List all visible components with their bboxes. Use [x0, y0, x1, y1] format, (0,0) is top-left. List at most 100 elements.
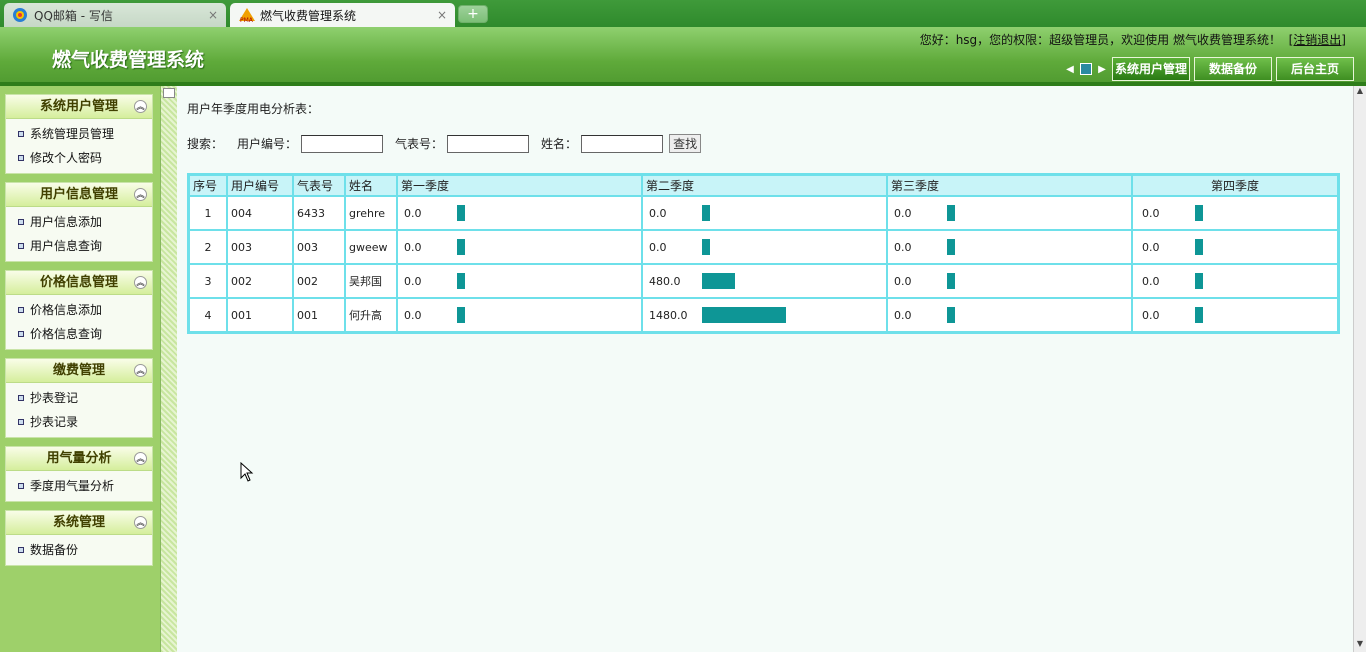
sidebar-group-items: 抄表登记 抄表记录: [6, 383, 152, 437]
quarter-value-wrap: 1480.0: [646, 307, 883, 323]
qq-mail-icon: [12, 7, 28, 23]
nav-system-user-management[interactable]: 系统用户管理: [1111, 57, 1190, 81]
bullet-icon: [18, 243, 24, 249]
cell-user-no: 001: [227, 298, 293, 332]
sidebar-group-header[interactable]: 系统用户管理 ︽: [6, 95, 152, 119]
close-icon[interactable]: ×: [437, 8, 447, 22]
sidebar-group-header[interactable]: 用气量分析 ︽: [6, 447, 152, 471]
new-tab-button[interactable]: +: [458, 5, 488, 23]
quarter-value-wrap: 0.0: [646, 239, 883, 255]
quarter-usage-bar: [947, 307, 955, 323]
search-label: 搜索：: [187, 137, 224, 151]
cell-quarter-2: 480.0: [642, 264, 887, 298]
app-header: 燃气收费管理系统 您好：hsg，您的权限：超级管理员，欢迎使用 燃气收费管理系统…: [0, 27, 1366, 85]
vertical-scrollbar[interactable]: ▲ ▼: [1353, 86, 1366, 652]
quarter-value-wrap: 480.0: [646, 273, 883, 289]
sidebar-group-user-info: 用户信息管理 ︽ 用户信息添加 用户信息查询: [5, 182, 153, 262]
sidebar-item-meter-records[interactable]: 抄表记录: [6, 410, 152, 434]
app-logo: 燃气收费管理系统: [52, 49, 205, 71]
sidebar-group-items: 用户信息添加 用户信息查询: [6, 207, 152, 261]
sidebar-item-label: 抄表登记: [30, 391, 79, 405]
quarter-value: 0.0: [649, 240, 667, 254]
table-row: 1 004 6433 grehre 0.0 0.0 0.0 0.0: [189, 196, 1338, 230]
quarter-value: 0.0: [894, 274, 912, 288]
user-no-label: 用户编号：: [237, 137, 298, 151]
quarter-value: 0.0: [1142, 240, 1160, 254]
browser-tab-qq-mail[interactable]: QQ邮箱 - 写信 ×: [4, 3, 226, 27]
sidebar-group-title: 系统用户管理: [39, 99, 118, 114]
bullet-icon: [18, 483, 24, 489]
col-header: 姓名: [345, 175, 397, 196]
sidebar-group-system-management: 系统管理 ︽ 数据备份: [5, 510, 153, 566]
analysis-table: 序号 用户编号 气表号 姓名 第一季度 第二季度 第三季度 第四季度 1 004 6…: [187, 173, 1340, 334]
col-header: 用户编号: [227, 175, 293, 196]
collapse-icon[interactable]: ︽: [134, 188, 147, 201]
cell-quarter-2: 0.0: [642, 196, 887, 230]
nav-admin-home[interactable]: 后台主页: [1275, 57, 1354, 81]
quarter-value: 0.0: [649, 206, 667, 220]
sidebar-item-quarterly-analysis[interactable]: 季度用气量分析: [6, 474, 152, 498]
quarter-value-wrap: 0.0: [646, 205, 883, 221]
scroll-up-icon[interactable]: ▲: [1354, 86, 1366, 99]
splitter-toggle-icon[interactable]: [163, 88, 175, 98]
bullet-icon: [18, 131, 24, 137]
sidebar-group-header[interactable]: 价格信息管理 ︽: [6, 271, 152, 295]
sidebar-group-title: 用气量分析: [46, 451, 112, 466]
quarter-value: 0.0: [404, 240, 422, 254]
sidebar-group-header[interactable]: 系统管理 ︽: [6, 511, 152, 535]
table-header-row: 序号 用户编号 气表号 姓名 第一季度 第二季度 第三季度 第四季度: [189, 175, 1338, 196]
name-input[interactable]: [581, 134, 664, 153]
sidebar-item-admin-management[interactable]: 系统管理员管理: [6, 122, 152, 146]
bullet-icon: [18, 307, 24, 313]
sidebar-item-price-query[interactable]: 价格信息查询: [6, 322, 152, 346]
nav-right-arrow-icon[interactable]: ▶: [1096, 64, 1108, 75]
sidebar-group-header[interactable]: 用户信息管理 ︽: [6, 183, 152, 207]
meter-label: 气表号：: [395, 137, 444, 151]
quarter-usage-bar: [702, 239, 710, 255]
quarter-value-wrap: 0.0: [891, 307, 1128, 323]
nav-left-arrow-icon[interactable]: ◀: [1064, 64, 1076, 75]
meter-input[interactable]: [447, 134, 530, 153]
cell-meter: 003: [293, 230, 345, 264]
nav-data-backup[interactable]: 数据备份: [1193, 57, 1272, 81]
scroll-down-icon[interactable]: ▼: [1354, 639, 1366, 652]
sidebar-item-price-add[interactable]: 价格信息添加: [6, 298, 152, 322]
quarter-value-wrap: 0.0: [401, 307, 638, 323]
sidebar-item-label: 价格信息查询: [30, 327, 103, 341]
collapse-icon[interactable]: ︽: [134, 452, 147, 465]
sidebar-item-label: 用户信息添加: [30, 215, 103, 229]
sidebar-group-header[interactable]: 缴费管理 ︽: [6, 359, 152, 383]
collapse-icon[interactable]: ︽: [134, 276, 147, 289]
quarter-value-wrap: 0.0: [1136, 239, 1334, 255]
logout-link[interactable]: [注销退出]: [1289, 33, 1346, 47]
cell-name: 吴邦国: [345, 264, 397, 298]
sidebar-item-meter-register[interactable]: 抄表登记: [6, 386, 152, 410]
quarter-usage-bar: [457, 273, 465, 289]
sidebar-group-gas-analysis: 用气量分析 ︽ 季度用气量分析: [5, 446, 153, 502]
cell-quarter-3: 0.0: [887, 298, 1132, 332]
cell-quarter-1: 0.0: [397, 196, 642, 230]
book-icon[interactable]: [1079, 63, 1092, 75]
search-button[interactable]: 查找: [669, 134, 702, 153]
sidebar-item-data-backup[interactable]: 数据备份: [6, 538, 152, 562]
collapse-icon[interactable]: ︽: [134, 516, 147, 529]
col-header: 第三季度: [887, 175, 1132, 196]
collapse-icon[interactable]: ︽: [134, 364, 147, 377]
sidebar-group-payment: 缴费管理 ︽ 抄表登记 抄表记录: [5, 358, 153, 438]
quarter-value-wrap: 0.0: [891, 239, 1128, 255]
collapse-icon[interactable]: ︽: [134, 100, 147, 113]
sidebar-item-label: 数据备份: [30, 543, 79, 557]
main-content: 用户年季度用电分析表： 搜索： 用户编号： 气表号： 姓名： 查找 序号 用户编…: [177, 86, 1353, 652]
quarter-usage-bar: [1195, 239, 1203, 255]
quarter-value-wrap: 0.0: [891, 273, 1128, 289]
bullet-icon: [18, 419, 24, 425]
browser-tab-title: QQ邮箱 - 写信: [34, 8, 113, 23]
sidebar-item-user-query[interactable]: 用户信息查询: [6, 234, 152, 258]
close-icon[interactable]: ×: [208, 8, 218, 22]
browser-tab-gas-system[interactable]: PMA 燃气收费管理系统 ×: [230, 3, 455, 27]
sidebar-splitter[interactable]: [160, 86, 177, 652]
sidebar-item-change-password[interactable]: 修改个人密码: [6, 146, 152, 170]
sidebar-item-user-add[interactable]: 用户信息添加: [6, 210, 152, 234]
quarter-value-wrap: 0.0: [1136, 307, 1334, 323]
user-no-input[interactable]: [301, 134, 384, 153]
